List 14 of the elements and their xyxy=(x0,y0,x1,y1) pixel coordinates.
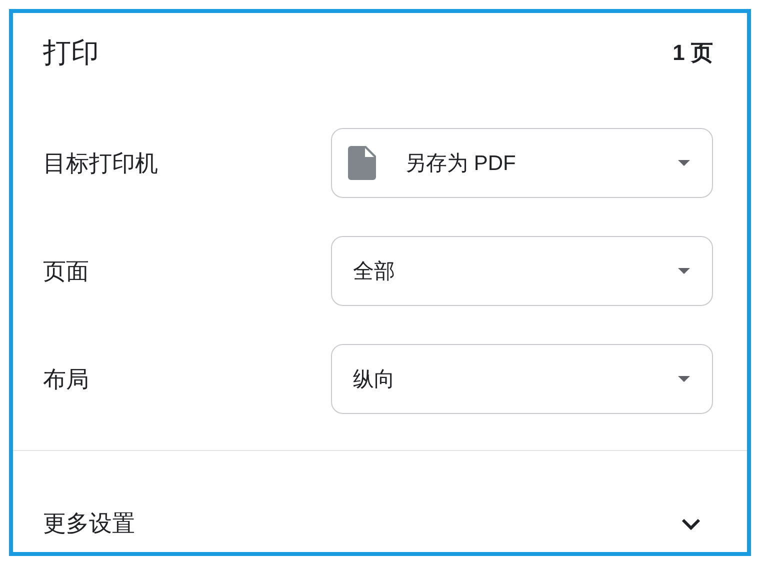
more-settings-label[interactable]: 更多设置 xyxy=(43,508,135,539)
page-count: 1 页 xyxy=(672,39,713,67)
setting-dropdown[interactable]: 另存为 PDF xyxy=(331,128,713,198)
setting-dropdown[interactable]: 纵向 xyxy=(331,344,713,414)
caret-icon xyxy=(678,160,690,166)
caret-icon xyxy=(678,376,690,382)
setting-label: 布局 xyxy=(43,364,90,394)
setting-label: 页面 xyxy=(43,256,90,286)
setting-label: 目标打印机 xyxy=(43,148,159,178)
setting-dropdown[interactable]: 全部 xyxy=(331,236,713,306)
caret-icon xyxy=(678,268,690,274)
dialog-title: 打印 xyxy=(43,36,99,70)
file-icon xyxy=(348,146,376,180)
chevron-icon[interactable] xyxy=(681,518,701,530)
